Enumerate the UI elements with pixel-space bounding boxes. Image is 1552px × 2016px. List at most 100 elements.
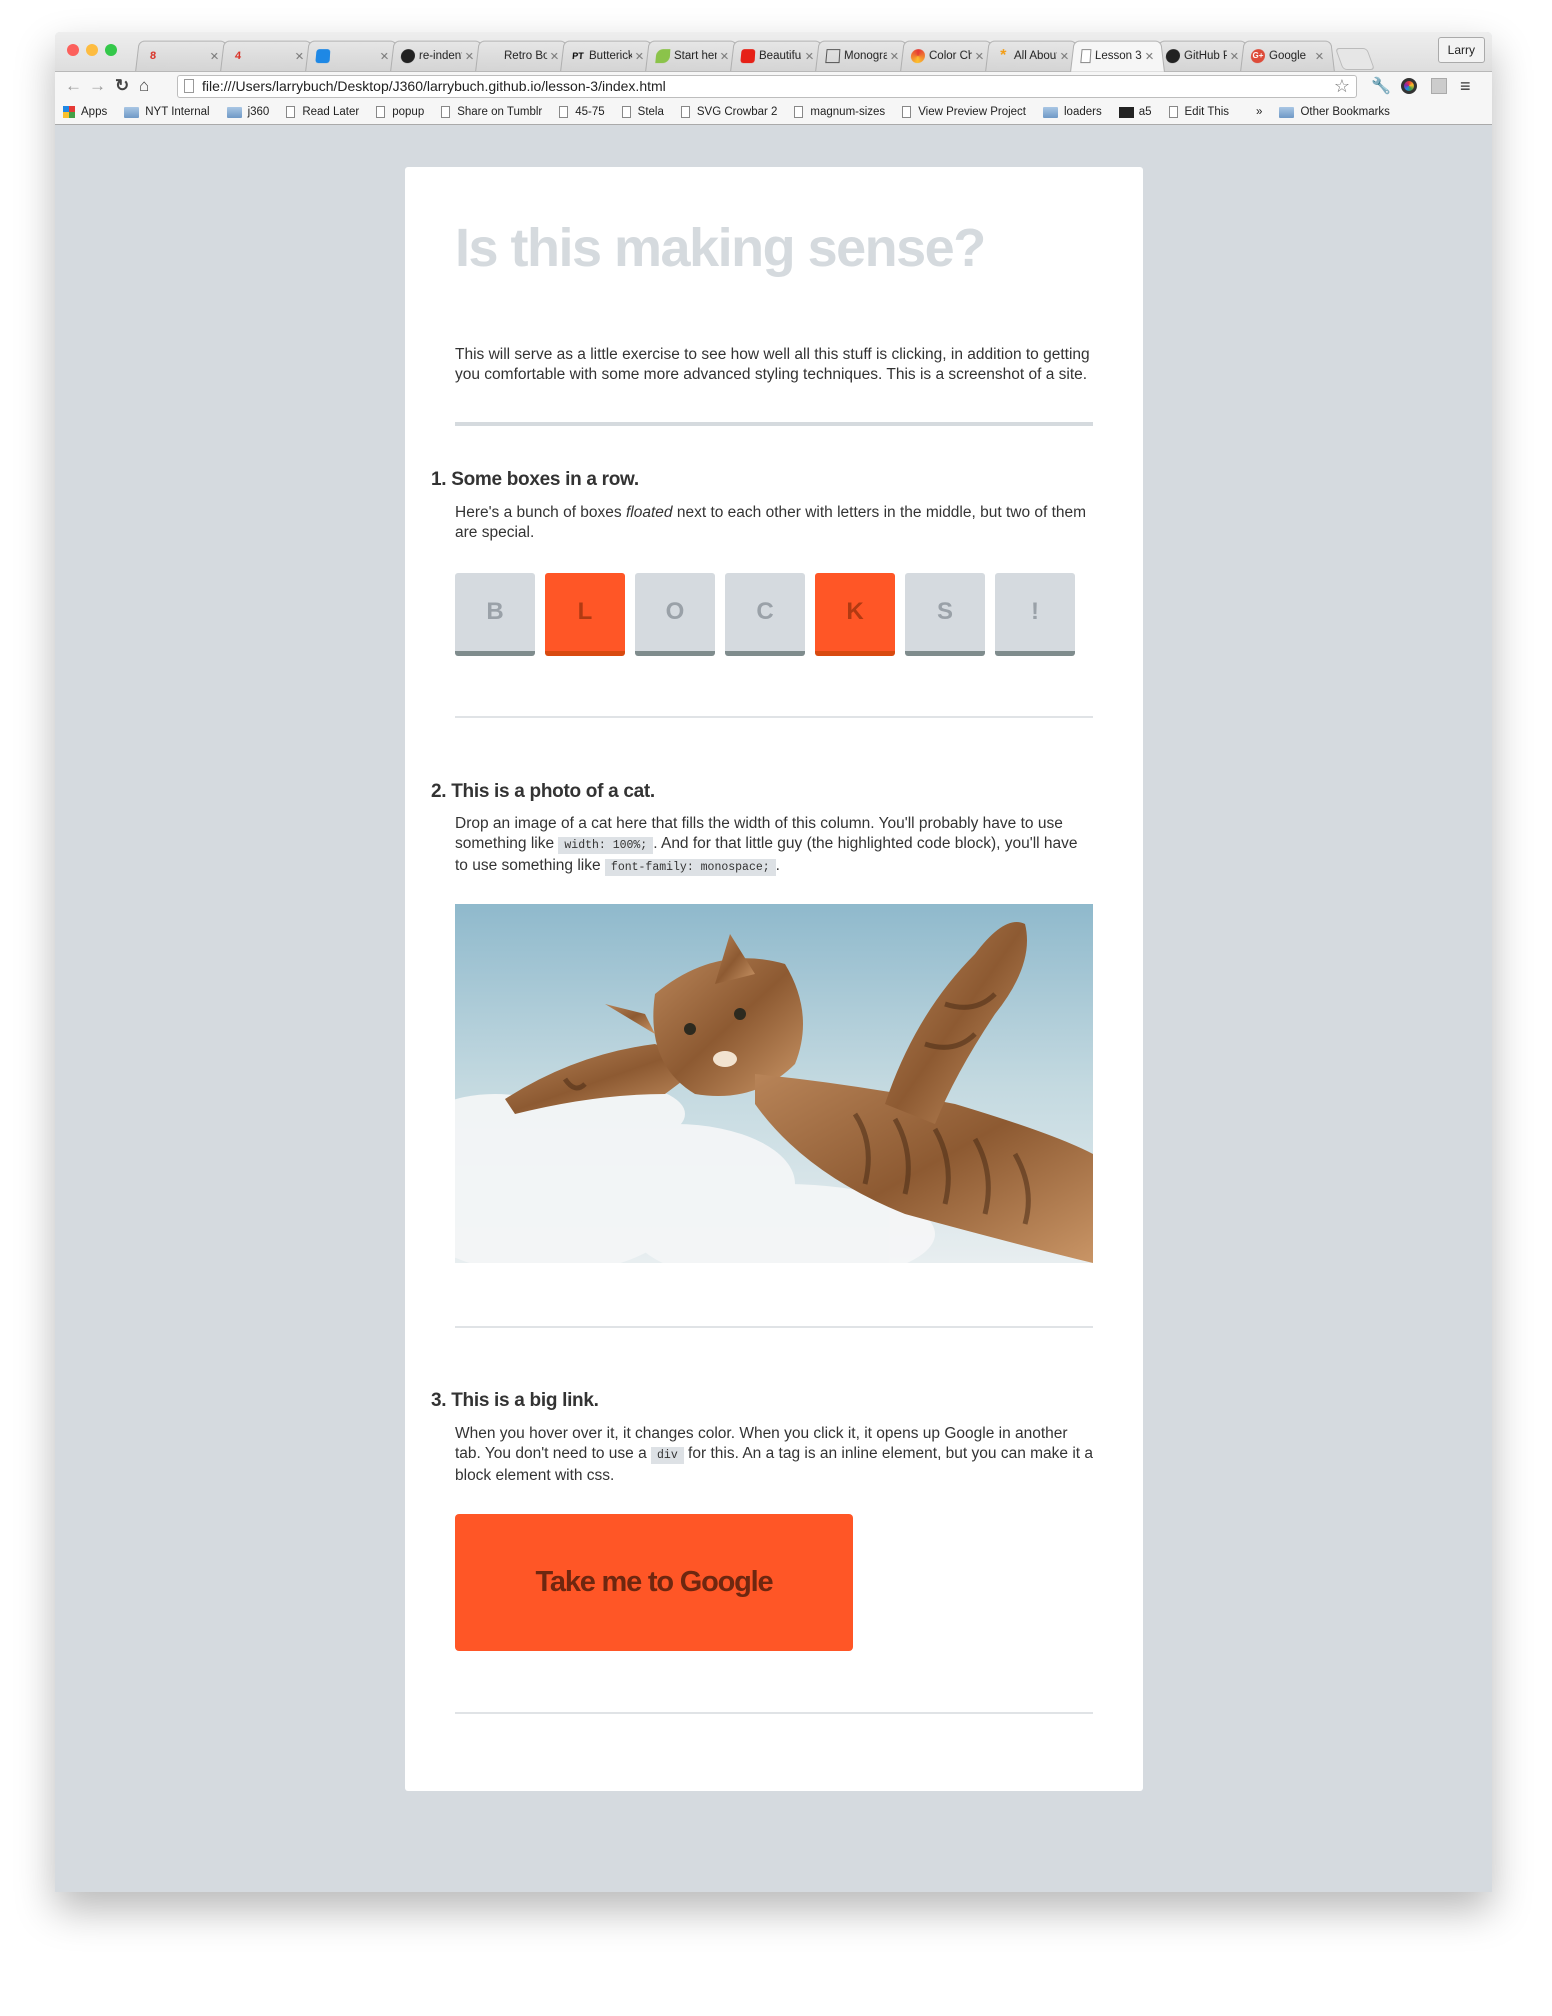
gmail-icon: 4 (234, 50, 242, 63)
url-text: file:///Users/larrybuch/Desktop/J360/lar… (202, 78, 666, 94)
close-tab-icon[interactable]: ✕ (1144, 50, 1154, 63)
bookmark-apps[interactable]: Apps (63, 106, 107, 118)
tab-title: All About F (1013, 50, 1058, 63)
tab-beautiful-d-7[interactable]: Beautiful D✕ (730, 40, 825, 72)
tab-title: Start here! (673, 50, 718, 63)
section-1-text: Here's a bunch of boxes floated next to … (455, 503, 1093, 543)
bookmark-read-later[interactable]: Read Later (286, 106, 359, 118)
bookmark-star-icon[interactable]: ☆ (1334, 76, 1350, 97)
close-tab-icon[interactable]: ✕ (634, 50, 644, 63)
tabs: 8✕4✕✕re-indent i✕Retro Bool✕PTButterick'… (135, 40, 1376, 72)
pt-icon: PT (571, 51, 585, 62)
tab-re-indent-i-3[interactable]: re-indent i✕ (390, 40, 485, 72)
tab-gmail-0[interactable]: 8 ✕ (135, 40, 230, 72)
close-tab-icon[interactable]: ✕ (549, 50, 559, 63)
page-icon (680, 106, 690, 118)
tab-title: re-indent i (418, 50, 463, 63)
tab-butterick-s-5[interactable]: PT Butterick's ✕ (560, 40, 655, 72)
close-tab-icon[interactable]: ✕ (1059, 50, 1069, 63)
github-icon (1165, 49, 1181, 64)
letter-box: ! (995, 573, 1075, 656)
section-3-heading: 3. This is a big link. (431, 1390, 599, 1411)
close-tab-icon[interactable]: ✕ (804, 50, 814, 63)
other-bookmarks[interactable]: Other Bookmarks (1279, 106, 1390, 118)
wrench-icon[interactable]: 🔧 (1371, 76, 1391, 96)
page-icon (794, 106, 804, 118)
tab-lesson-3-11[interactable]: Lesson 3 ✕ (1070, 40, 1165, 72)
close-tab-icon[interactable]: ✕ (379, 50, 389, 63)
tab-google-13[interactable]: G+ Google ✕ (1240, 40, 1335, 72)
code-snippet: div (651, 1447, 684, 1464)
close-tab-icon[interactable]: ✕ (719, 50, 729, 63)
intro-text: This will serve as a little exercise to … (455, 346, 1090, 383)
bookmark-svg-crowbar-2[interactable]: SVG Crowbar 2 (680, 106, 778, 118)
address-bar[interactable]: file:///Users/larrybuch/Desktop/J360/lar… (177, 75, 1357, 98)
tab-gmail-1[interactable]: 4 ✕ (220, 40, 315, 72)
tab-monograp-8[interactable]: Monograp ✕ (815, 40, 910, 72)
tab-github-pa-12[interactable]: GitHub Pa ✕ (1155, 40, 1250, 72)
menu-icon[interactable]: ≡ (1460, 76, 1471, 97)
close-tab-icon[interactable]: ✕ (889, 50, 899, 63)
reload-icon[interactable]: ↻ (115, 76, 129, 96)
page-icon (441, 106, 451, 118)
bookmark-share-on-tumblr[interactable]: Share on Tumblr (441, 106, 542, 118)
bookmark-a5[interactable]: a5 (1118, 106, 1152, 118)
close-tab-icon[interactable]: ✕ (1229, 50, 1239, 63)
close-tab-icon[interactable]: ✕ (1314, 50, 1324, 63)
bookmark-label: NYT Internal (145, 106, 210, 118)
close-tab-icon[interactable]: ✕ (464, 50, 474, 63)
color-picker-extension-icon[interactable] (1401, 78, 1417, 94)
app-icon (315, 49, 331, 64)
tab-retro-bool-4[interactable]: Retro Bool ✕ (475, 40, 570, 72)
linkedin-extension-icon[interactable] (1431, 78, 1447, 94)
bookmark-stela[interactable]: Stela (621, 106, 664, 118)
bookmark-j360[interactable]: j360 (226, 106, 269, 118)
page-icon (184, 79, 194, 93)
section-1-heading: 1. Some boxes in a row. (431, 469, 639, 490)
forward-icon[interactable]: → (89, 76, 106, 96)
bookmarks-overflow-button[interactable]: » (1256, 106, 1262, 118)
bookmark-popup[interactable]: popup (376, 106, 424, 118)
google-link-button[interactable]: Take me to Google (455, 1514, 853, 1651)
close-tab-icon[interactable]: ✕ (209, 50, 219, 63)
bookmarks-bar: Apps NYT Internal j360 Read Later popup Share… (55, 100, 1492, 125)
code-snippet: width: 100%; (558, 837, 654, 854)
bookmark-label: SVG Crowbar 2 (696, 106, 778, 118)
bookmark-magnum-sizes[interactable]: magnum-sizes (794, 106, 885, 118)
profile-button[interactable]: Larry (1437, 37, 1485, 63)
window-controls (67, 44, 117, 56)
close-window-button[interactable] (67, 44, 79, 56)
bookmark-loaders[interactable]: loaders (1043, 106, 1102, 118)
bookmark-label: Share on Tumblr (457, 106, 543, 118)
special-letter-box: K (815, 573, 895, 656)
bookmark-label: Edit This (1184, 106, 1230, 118)
bookmark-view-preview-project[interactable]: View Preview Project (902, 106, 1026, 118)
bookmark-label: Apps (81, 106, 108, 118)
close-tab-icon[interactable]: ✕ (294, 50, 304, 63)
minimize-window-button[interactable] (86, 44, 98, 56)
close-tab-icon[interactable]: ✕ (974, 50, 984, 63)
bookmark-edit-this[interactable]: Edit This (1168, 106, 1230, 118)
bookmark-nyt-internal[interactable]: NYT Internal (124, 106, 210, 118)
bookmark-45-75[interactable]: 45-75 (559, 106, 605, 118)
page-icon (286, 106, 296, 118)
tab-start-here-6[interactable]: Start here! ✕ (645, 40, 740, 72)
back-icon[interactable]: ← (65, 76, 82, 96)
tab-title: Monograp (843, 50, 888, 63)
new-tab-button[interactable] (1334, 48, 1376, 70)
tab-title: GitHub Pa (1183, 50, 1228, 63)
tab-title: Color Cha (928, 50, 973, 63)
home-icon[interactable]: ⌂ (139, 76, 149, 96)
special-letter-box: L (545, 573, 625, 656)
bookmark-label: Read Later (302, 106, 360, 118)
tab-app-2[interactable]: ✕ (305, 40, 400, 72)
bookmark-label: popup (392, 106, 425, 118)
page-icon (902, 106, 912, 118)
zoom-window-button[interactable] (105, 44, 117, 56)
tab-all-about-f-10[interactable]: * All About F✕ (985, 40, 1080, 72)
letter-box: O (635, 573, 715, 656)
folder-icon (1043, 106, 1058, 118)
tab-color-cha-9[interactable]: Color Cha ✕ (900, 40, 995, 72)
page-card: Is this making sense? This will serve as… (405, 167, 1143, 1791)
browser-window: 8✕4✕✕re-indent i✕Retro Bool✕PTButterick'… (55, 32, 1492, 1892)
